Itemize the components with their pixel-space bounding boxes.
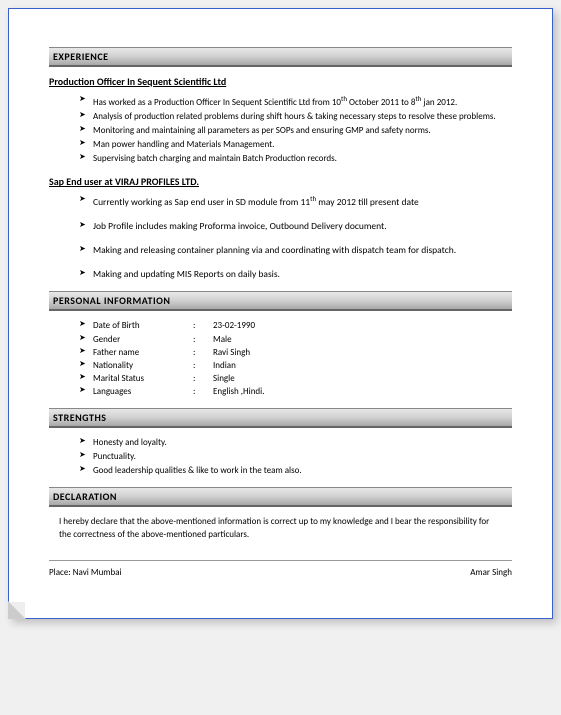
text: October 2011 to 8 xyxy=(347,97,415,108)
info-label: Date of Birth xyxy=(93,319,193,332)
list-item: Supervising batch charging and maintain … xyxy=(79,152,512,165)
info-value: Single xyxy=(213,372,512,385)
personal-header: PERSONAL INFORMATION xyxy=(49,291,512,311)
separator: : xyxy=(193,333,213,346)
text: Has worked as a Production Officer In Se… xyxy=(93,97,341,108)
info-row-languages: Languages:English ,Hindi. xyxy=(79,385,512,398)
page-curl-icon xyxy=(9,602,25,618)
list-item: Honesty and loyalty. xyxy=(79,436,512,449)
footer-place: Place: Navi Mumbai xyxy=(49,567,122,578)
text: jan 2012. xyxy=(421,97,457,108)
list-item: Man power handling and Materials Managem… xyxy=(79,138,512,151)
list-item: Has worked as a Production Officer In Se… xyxy=(79,94,512,109)
separator: : xyxy=(193,359,213,372)
declaration-header: DECLARATION xyxy=(49,487,512,507)
list-item: Analysis of production related problems … xyxy=(79,110,512,123)
info-label: Languages xyxy=(93,385,193,398)
job1-bullets: Has worked as a Production Officer In Se… xyxy=(79,94,512,165)
info-value: Male xyxy=(213,333,512,346)
list-item: Making and updating MIS Reports on daily… xyxy=(79,268,512,282)
footer: Place: Navi Mumbai Amar Singh xyxy=(49,560,512,578)
resume-page: EXPERIENCE Production Officer In Sequent… xyxy=(8,8,553,619)
info-row-father: Father name:Ravi Singh xyxy=(79,346,512,359)
text: may 2012 till present date xyxy=(316,196,419,208)
declaration-text: I hereby declare that the above-mentione… xyxy=(59,515,502,542)
job1-title: Production Officer In Sequent Scientific… xyxy=(49,75,512,88)
list-item: Currently working as Sap end user in SD … xyxy=(79,194,512,210)
list-item: Good leadership qualities & like to work… xyxy=(79,464,512,477)
info-row-nationality: Nationality:Indian xyxy=(79,359,512,372)
separator: : xyxy=(193,385,213,398)
personal-info-table: Date of Birth:23-02-1990 Gender:Male Fat… xyxy=(79,319,512,397)
list-item: Making and releasing container planning … xyxy=(79,244,512,258)
info-value: Indian xyxy=(213,359,512,372)
info-row-gender: Gender:Male xyxy=(79,333,512,346)
info-label: Father name xyxy=(93,346,193,359)
separator: : xyxy=(193,346,213,359)
separator: : xyxy=(193,372,213,385)
info-label: Marital Status xyxy=(93,372,193,385)
job2-title: Sap End user at VIRAJ PROFILES LTD. xyxy=(49,175,512,188)
experience-header: EXPERIENCE xyxy=(49,47,512,67)
info-value: 23-02-1990 xyxy=(213,319,512,332)
info-row-marital: Marital Status:Single xyxy=(79,372,512,385)
text: Currently working as Sap end user in SD … xyxy=(93,196,310,208)
list-item: Monitoring and maintaining all parameter… xyxy=(79,124,512,137)
strengths-bullets: Honesty and loyalty. Punctuality. Good l… xyxy=(79,436,512,477)
info-row-dob: Date of Birth:23-02-1990 xyxy=(79,319,512,332)
footer-name: Amar Singh xyxy=(470,567,512,578)
list-item: Job Profile includes making Proforma inv… xyxy=(79,220,512,234)
list-item: Punctuality. xyxy=(79,450,512,463)
separator: : xyxy=(193,319,213,332)
info-label: Nationality xyxy=(93,359,193,372)
info-label: Gender xyxy=(93,333,193,346)
strengths-header: STRENGTHS xyxy=(49,408,512,428)
info-value: English ,Hindi. xyxy=(213,385,512,398)
job2-bullets: Currently working as Sap end user in SD … xyxy=(79,194,512,281)
info-value: Ravi Singh xyxy=(213,346,512,359)
